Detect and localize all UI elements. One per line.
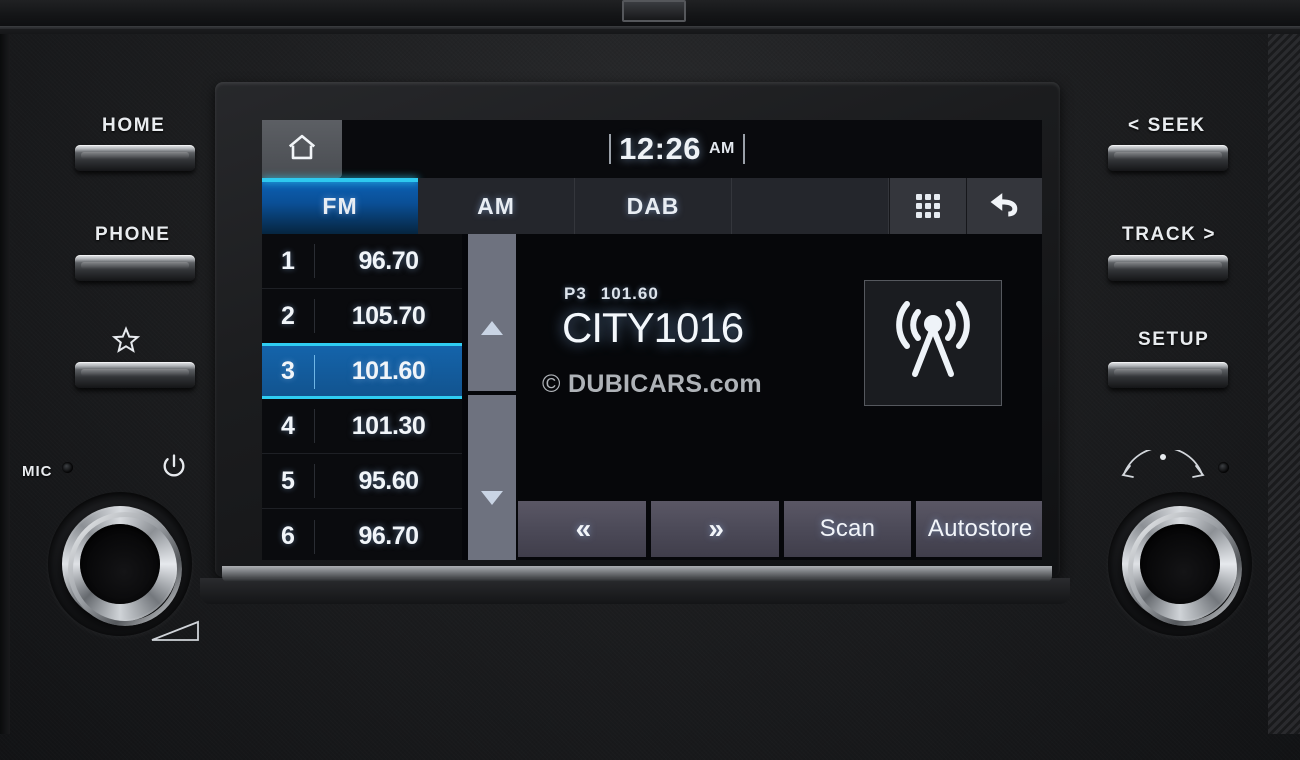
clock: 12:26 AM <box>562 126 792 172</box>
setup-hard-button[interactable] <box>1108 362 1228 388</box>
infotainment-screen[interactable]: 12:26 AM FM AM DAB 1 96.70 2 105.70 3 10… <box>262 120 1042 560</box>
preset-row-2[interactable]: 2 105.70 <box>262 289 462 345</box>
prev-seek-label: « <box>575 513 591 544</box>
track-hard-button[interactable] <box>1108 255 1228 281</box>
current-frequency: 101.60 <box>600 284 659 303</box>
favorite-hard-button[interactable] <box>75 362 195 388</box>
power-icon <box>160 452 188 485</box>
preset-row-5[interactable]: 5 95.60 <box>262 454 462 510</box>
preset-frequency: 95.60 <box>358 466 419 495</box>
prev-seek-button[interactable]: « <box>518 501 646 557</box>
band-tab-bar: FM AM DAB <box>262 178 1042 234</box>
scan-button[interactable]: Scan <box>783 501 912 557</box>
left-edge-shadow <box>0 34 10 734</box>
current-preset: P3 <box>564 284 587 303</box>
preset-number: 5 <box>281 466 295 495</box>
preset-row-3[interactable]: 3 101.60 <box>262 342 462 400</box>
preset-number: 4 <box>281 411 295 440</box>
preset-number: 6 <box>281 522 295 551</box>
home-button-label: HOME <box>102 115 166 136</box>
preset-row-6[interactable]: 6 96.70 <box>262 509 462 560</box>
phone-button-label: PHONE <box>95 224 171 245</box>
sensor-pinhole <box>1218 462 1229 473</box>
bezel-chamfer-ledge <box>222 566 1052 582</box>
setup-button-label: SETUP <box>1138 329 1210 350</box>
watermark-copyright: © <box>542 370 561 398</box>
preset-row-1[interactable]: 1 96.70 <box>262 234 462 290</box>
station-name: CITY1016 <box>562 304 744 351</box>
track-button-label: TRACK > <box>1122 224 1217 245</box>
scan-label: Scan <box>819 515 876 542</box>
radio-control-buttons: « » Scan Autostore <box>516 498 1042 560</box>
mic-label: MIC <box>22 463 53 480</box>
tune-knob-center[interactable] <box>1140 524 1220 604</box>
next-seek-label: » <box>708 513 723 544</box>
tab-empty[interactable] <box>732 178 889 234</box>
right-speaker-grille <box>1268 34 1300 734</box>
home-screen-button[interactable] <box>262 120 342 178</box>
tab-dab-label: DAB <box>626 192 680 219</box>
triangle-down-icon <box>481 490 503 505</box>
home-icon <box>285 132 319 167</box>
preset-number: 3 <box>281 357 295 386</box>
triangle-up-icon <box>481 320 503 335</box>
back-button[interactable] <box>966 178 1042 234</box>
seek-hard-button[interactable] <box>1108 145 1228 171</box>
watermark-text: DUBICARS.com <box>567 370 762 398</box>
preset-scrollbar[interactable] <box>468 234 516 560</box>
star-icon <box>110 325 142 360</box>
volume-triangle-icon <box>148 618 202 649</box>
radio-antenna-icon <box>887 298 979 389</box>
watermark: © DUBICARS.com <box>542 370 762 399</box>
tab-dab[interactable]: DAB <box>575 178 732 234</box>
phone-hard-button[interactable] <box>75 255 195 281</box>
scroll-up-button[interactable] <box>468 234 516 391</box>
clock-ampm: AM <box>708 140 735 157</box>
clock-right-divider <box>742 134 745 164</box>
tab-am[interactable]: AM <box>418 178 575 234</box>
station-logo-box <box>864 280 1002 406</box>
volume-knob-center[interactable] <box>80 524 160 604</box>
scroll-down-button[interactable] <box>468 395 516 560</box>
preset-row-4[interactable]: 4 101.30 <box>262 399 462 455</box>
preset-frequency: 96.70 <box>358 246 419 275</box>
clock-time: 12:26 <box>619 131 701 166</box>
tab-fm-label: FM <box>322 192 358 219</box>
rotary-arc-arrows-icon <box>1118 446 1208 485</box>
preset-list[interactable]: 1 96.70 2 105.70 3 101.60 4 101.30 5 95.… <box>262 234 462 560</box>
autostore-button[interactable]: Autostore <box>916 501 1042 557</box>
autostore-label: Autostore <box>927 515 1033 542</box>
grid-icon <box>916 194 940 218</box>
home-hard-button[interactable] <box>75 145 195 171</box>
preset-number: 2 <box>281 301 295 330</box>
clock-left-divider <box>609 134 612 164</box>
tab-am-label: AM <box>477 192 515 219</box>
dashboard-vent <box>622 0 686 22</box>
preset-frequency: 96.70 <box>358 522 419 551</box>
preset-and-frequency: P3 101.60 <box>564 284 659 304</box>
preset-frequency: 101.30 <box>351 411 426 440</box>
status-bar: 12:26 AM <box>262 120 1042 178</box>
preset-frequency: 101.60 <box>351 357 426 386</box>
back-arrow-icon <box>987 189 1023 224</box>
head-unit-screenshot: HOME PHONE MIC < SEEK TRACK > SETUP 12:2… <box>0 0 1300 760</box>
preset-number: 1 <box>281 246 295 275</box>
preset-grid-button[interactable] <box>889 178 966 234</box>
seek-button-label: < SEEK <box>1128 115 1206 136</box>
preset-frequency: 105.70 <box>351 301 426 330</box>
next-seek-button[interactable]: » <box>650 501 779 557</box>
microphone-pinhole <box>62 462 73 473</box>
tab-fm[interactable]: FM <box>262 178 418 234</box>
